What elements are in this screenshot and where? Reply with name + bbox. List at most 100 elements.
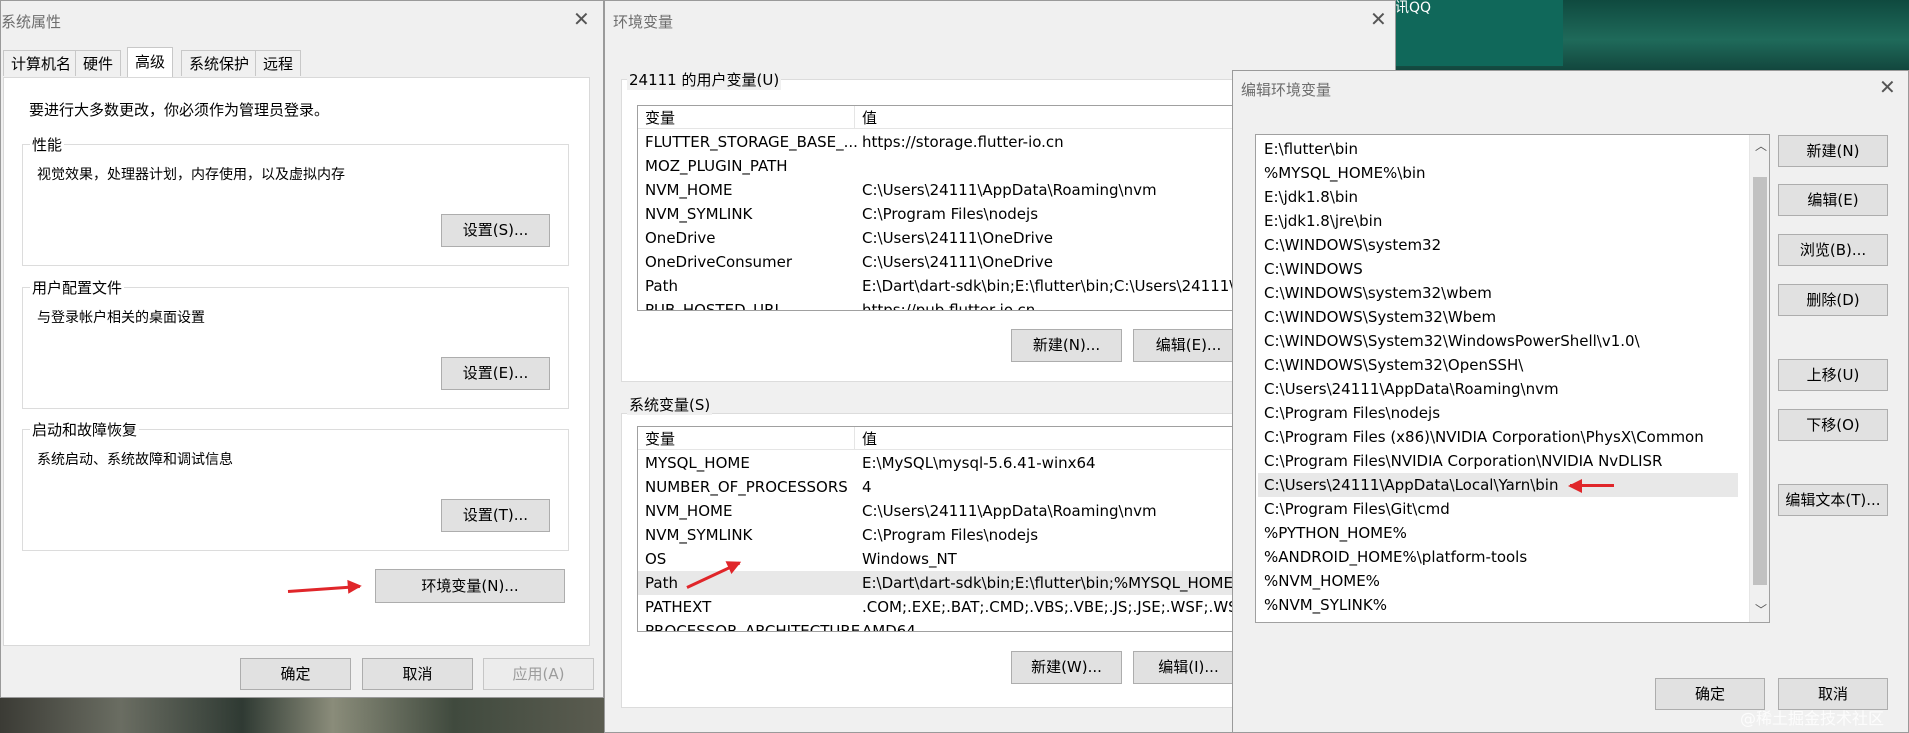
list-item[interactable]: %NVM_SYLINK% (1258, 593, 1738, 617)
path-entry-text: E:\svntools\bin (1264, 617, 1374, 622)
list-item[interactable]: E:\jdk1.8\bin (1258, 185, 1738, 209)
path-entry-text: %ANDROID_HOME%\platform-tools (1264, 548, 1528, 566)
col-value[interactable]: 值 (862, 428, 877, 449)
watermark-text: @稀土掘金技术社区 (1740, 709, 1885, 728)
edit-button[interactable]: 编辑(E) (1778, 184, 1888, 216)
close-icon[interactable]: ✕ (1370, 9, 1387, 29)
tab-remote[interactable]: 远程 (255, 50, 302, 76)
variable-name: PUB_HOSTED_URL (645, 301, 783, 311)
scrollbar-thumb[interactable] (1753, 177, 1767, 585)
environment-variables-button[interactable]: 环境变量(N)... (375, 569, 565, 603)
col-variable[interactable]: 变量 (645, 428, 675, 449)
system-new-button[interactable]: 新建(W)... (1011, 651, 1122, 684)
path-entry-text: %PYTHON_HOME% (1264, 524, 1407, 542)
chevron-up-icon[interactable]: ︿ (1755, 137, 1767, 154)
red-arrow-annotation (287, 584, 360, 593)
tab-computer-name[interactable]: 计算机名 (3, 50, 80, 76)
variable-name: PATHEXT (645, 598, 712, 616)
user-profiles-group (22, 287, 569, 409)
apply-button[interactable]: 应用(A) (483, 658, 594, 690)
advanced-tab-panel: 要进行大多数更改，你必须作为管理员登录。 性能 视觉效果，处理器计划，内存使用，… (3, 77, 590, 646)
variable-value: E:\Dart\dart-sdk\bin;E:\flutter\bin;%MYS… (862, 574, 1248, 592)
variable-value: C:\Program Files\nodejs (862, 205, 1039, 223)
list-item[interactable]: %ANDROID_HOME%\platform-tools (1258, 545, 1738, 569)
list-item[interactable]: E:\svntools\bin (1258, 617, 1738, 622)
path-entry-text: C:\Program Files (x86)\NVIDIA Corporatio… (1264, 428, 1704, 446)
variable-name: Path (645, 277, 678, 295)
system-properties-window: 系统属性 ✕ 计算机名 硬件 高级 系统保护 远程 要进行大多数更改，你必须作为… (0, 0, 604, 698)
window-title: 环境变量 (613, 13, 674, 31)
admin-notice: 要进行大多数更改，你必须作为管理员登录。 (29, 101, 330, 119)
col-value[interactable]: 值 (862, 107, 877, 128)
list-item[interactable]: C:\Program Files\nodejs (1258, 401, 1738, 425)
variable-name: MYSQL_HOME (645, 454, 750, 472)
red-arrow-annotation (1570, 484, 1614, 487)
cancel-button[interactable]: 取消 (362, 658, 473, 690)
window-title: 系统属性 (1, 13, 62, 31)
edit-environment-variable-window: 编辑环境变量 ✕ E:\svntools\bin %NVM_SYLINK% %NVM… (1232, 70, 1909, 733)
variable-value: .COM;.EXE;.BAT;.CMD;.VBS;.VBE;.JS;.JSE;.… (862, 598, 1255, 616)
list-item[interactable]: C:\WINDOWS\system32\wbem (1258, 281, 1738, 305)
user-profiles-desc: 与登录帐户相关的桌面设置 (37, 310, 205, 326)
path-entry-text: C:\WINDOWS\system32 (1264, 236, 1442, 254)
variable-value: 4 (862, 478, 872, 496)
tab-advanced[interactable]: 高级 (127, 47, 174, 78)
new-button[interactable]: 新建(N) (1778, 135, 1888, 167)
close-icon[interactable]: ✕ (1879, 77, 1896, 97)
list-item[interactable]: C:\WINDOWS\system32 (1258, 233, 1738, 257)
performance-settings-button[interactable]: 设置(S)... (441, 214, 550, 247)
close-icon[interactable]: ✕ (573, 9, 590, 29)
move-up-button[interactable]: 上移(U) (1778, 359, 1888, 391)
list-item[interactable]: C:\WINDOWS (1258, 257, 1738, 281)
col-variable[interactable]: 变量 (645, 107, 675, 128)
tab-system-protection[interactable]: 系统保护 (181, 50, 258, 76)
delete-button[interactable]: 删除(D) (1778, 284, 1888, 316)
edit-text-button[interactable]: 编辑文本(T)... (1778, 484, 1888, 516)
path-entry-text: C:\WINDOWS (1264, 260, 1363, 278)
variable-name: NUMBER_OF_PROCESSORS (645, 478, 848, 496)
desktop-wallpaper-bottom (0, 698, 605, 733)
move-down-button[interactable]: 下移(O) (1778, 409, 1888, 441)
path-entry-text: E:\flutter\bin (1264, 140, 1358, 158)
user-new-button[interactable]: 新建(N)... (1011, 329, 1122, 362)
variable-name: Path (645, 574, 678, 592)
chevron-down-icon[interactable]: ﹀ (1755, 601, 1767, 618)
list-item[interactable]: C:\Program Files\Git\cmd (1258, 497, 1738, 521)
tab-hardware[interactable]: 硬件 (75, 50, 122, 76)
path-entries-list[interactable]: E:\svntools\bin %NVM_SYLINK% %NVM_HOME% %AN… (1255, 134, 1770, 623)
variable-value: E:\Dart\dart-sdk\bin;E:\flutter\bin;C:\U… (862, 277, 1245, 295)
variable-name: NVM_SYMLINK (645, 205, 753, 223)
startup-recovery-settings-button[interactable]: 设置(T)... (441, 499, 550, 532)
performance-desc: 视觉效果，处理器计划，内存使用，以及虚拟内存 (37, 167, 345, 183)
variable-value: E:\MySQL\mysql-5.6.41-winx64 (862, 454, 1096, 472)
list-item[interactable]: C:\WINDOWS\System32\Wbem (1258, 305, 1738, 329)
list-item[interactable]: %NVM_HOME% (1258, 569, 1738, 593)
list-item[interactable]: C:\Users\24111\AppData\Local\Yarn\bin (1258, 473, 1738, 497)
list-item[interactable]: %PYTHON_HOME% (1258, 521, 1738, 545)
path-entry-text: C:\WINDOWS\system32\wbem (1264, 284, 1492, 302)
list-item[interactable]: C:\Program Files (x86)\NVIDIA Corporatio… (1258, 425, 1738, 449)
path-entry-text: %NVM_HOME% (1264, 572, 1380, 590)
list-item[interactable]: C:\WINDOWS\System32\OpenSSH\ (1258, 353, 1738, 377)
variable-name: NVM_SYMLINK (645, 526, 753, 544)
list-item[interactable]: E:\flutter\bin (1258, 137, 1738, 161)
path-entry-text: E:\jdk1.8\bin (1264, 188, 1359, 206)
list-item[interactable]: C:\WINDOWS\System32\WindowsPowerShell\v1… (1258, 329, 1738, 353)
variable-name: OneDriveConsumer (645, 253, 793, 271)
list-item[interactable]: C:\Users\24111\AppData\Roaming\nvm (1258, 377, 1738, 401)
scrollbar[interactable]: ︿ ﹀ (1749, 135, 1769, 622)
user-edit-button[interactable]: 编辑(E)... (1133, 329, 1244, 362)
user-profiles-settings-button[interactable]: 设置(E)... (441, 357, 550, 390)
list-item[interactable]: E:\jdk1.8\jre\bin (1258, 209, 1738, 233)
browse-button[interactable]: 浏览(B)... (1778, 234, 1888, 266)
startup-recovery-title: 启动和故障恢复 (30, 419, 140, 440)
list-item[interactable]: C:\Program Files\NVIDIA Corporation\NVID… (1258, 449, 1738, 473)
ok-button[interactable]: 确定 (240, 658, 351, 690)
desktop-qq-label[interactable]: 讯QQ (1395, 0, 1431, 17)
list-item[interactable]: %MYSQL_HOME%\bin (1258, 161, 1738, 185)
window-title: 编辑环境变量 (1241, 81, 1332, 99)
startup-recovery-desc: 系统启动、系统故障和调试信息 (37, 452, 233, 468)
path-entry-text: E:\jdk1.8\jre\bin (1264, 212, 1383, 230)
system-vars-title: 系统变量(S) (627, 394, 713, 415)
system-edit-button[interactable]: 编辑(I)... (1133, 651, 1244, 684)
